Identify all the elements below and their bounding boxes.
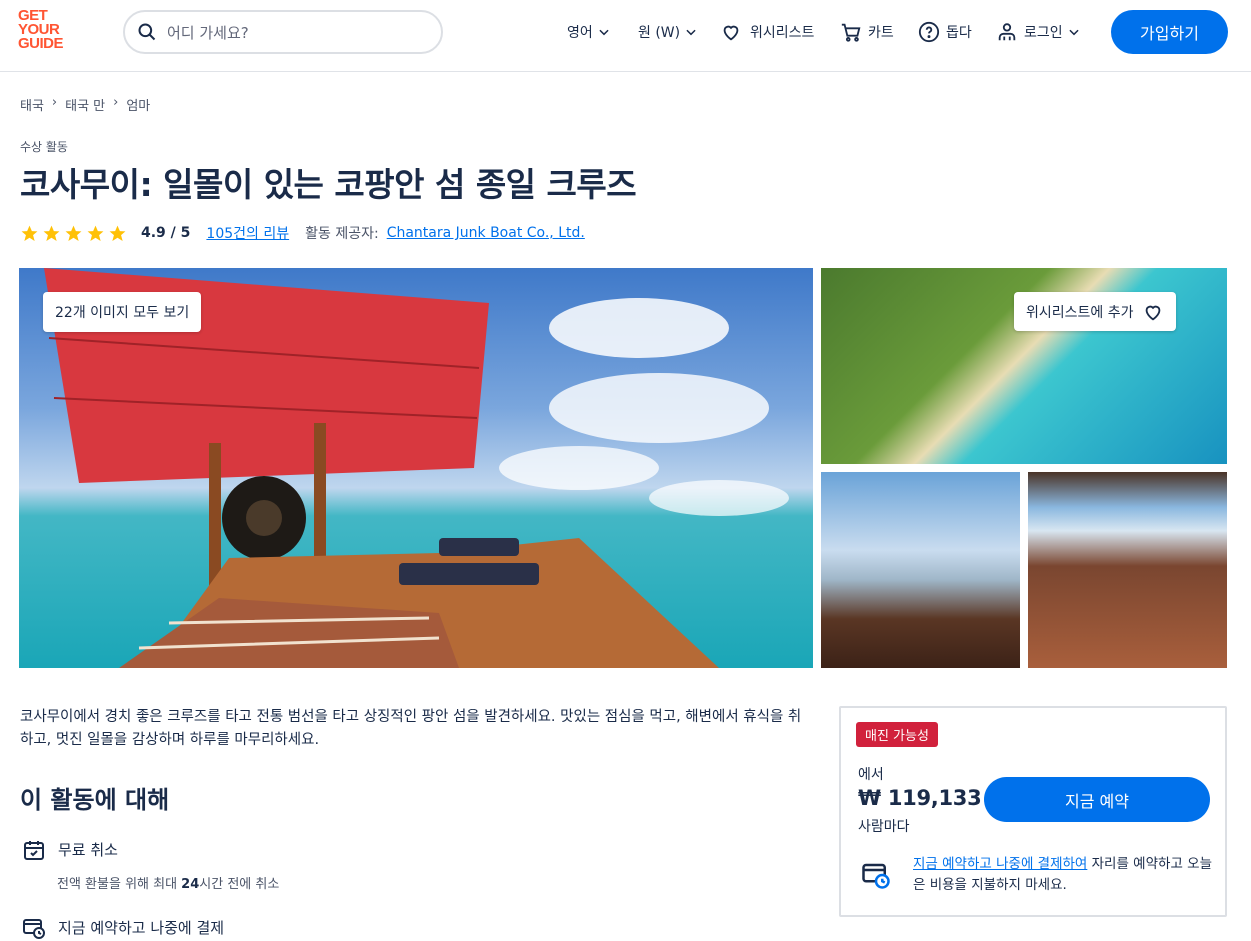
- price-per-person-label: 사람마다: [858, 819, 910, 835]
- calendar-check-icon: [24, 841, 44, 860]
- card-clock-icon: [862, 863, 890, 889]
- provider-link[interactable]: Chantara Junk Boat Co., Ltd.: [387, 225, 585, 241]
- heart-icon: [723, 25, 739, 41]
- search-icon: [138, 23, 156, 41]
- star-icon: [109, 225, 126, 241]
- signup-button[interactable]: 가입하기: [1111, 10, 1228, 54]
- page-title: 코사무이: 일몰이 있는 코팡안 섬 종일 크루즈: [20, 165, 637, 204]
- reviews-link[interactable]: 105건의 리뷰: [206, 223, 289, 243]
- price-value: ₩ 119,133: [858, 786, 982, 810]
- rating-score: 4.9 / 5: [141, 225, 191, 241]
- feature-free-cancellation: 무료 취소: [22, 838, 118, 862]
- language-selector[interactable]: 영어: [563, 20, 611, 44]
- about-section-title: 이 활동에 대해: [20, 786, 170, 814]
- star-icon: [65, 225, 82, 241]
- feature-reserve-now-pay-later: 지금 예약하고 나중에 결제: [22, 916, 224, 940]
- chevron-down-icon: [1069, 29, 1079, 36]
- reserve-now-pay-later-note: 지금 예약하고 나중에 결제하여 자리를 예약하고 오늘은 비용을 지불하지 마…: [913, 854, 1213, 896]
- activity-category[interactable]: 수상 활동: [20, 138, 68, 155]
- breadcrumb: 태국 › 태국 만 › 엄마: [20, 95, 150, 114]
- logo-line-3: GUIDE: [18, 35, 64, 52]
- getyourguide-logo[interactable]: GET YOUR GUIDE: [18, 8, 78, 52]
- breadcrumb-separator: ›: [51, 95, 58, 110]
- reserve-now-pay-later-link[interactable]: 지금 예약하고 나중에 결제하여: [913, 856, 1087, 872]
- breadcrumb-item-gulf[interactable]: 태국 만: [65, 95, 105, 114]
- help-link[interactable]: 돕다: [918, 20, 976, 44]
- star-icon: [43, 225, 60, 241]
- rating-row: 4.9 / 5 105건의 리뷰 활동 제공자: Chantara Junk B…: [20, 222, 585, 244]
- site-header: GET YOUR GUIDE 어디 가세요? 영어 원 (W) 위시리스트 카트…: [0, 0, 1251, 72]
- star-icon: [21, 225, 38, 241]
- likely-sell-out-badge: 매진 가능성: [856, 722, 938, 747]
- heart-icon: [1145, 305, 1160, 320]
- breadcrumb-item-thailand[interactable]: 태국: [20, 95, 44, 114]
- free-cancellation-detail: 전액 환불을 위해 최대 24시간 전에 취소: [57, 873, 279, 892]
- wishlist-label: 위시리스트: [750, 25, 815, 41]
- free-cancellation-title: 무료 취소: [58, 841, 118, 859]
- free-cancellation-detail-post: 시간 전에 취소: [199, 877, 280, 892]
- cart-link[interactable]: 카트: [840, 20, 898, 44]
- wishlist-link[interactable]: 위시리스트: [720, 20, 818, 44]
- photo-boat-lounge[interactable]: [1028, 472, 1227, 668]
- chevron-down-icon: [599, 29, 609, 36]
- currency-selector[interactable]: 원 (W): [634, 20, 698, 44]
- currency-label: 원 (W): [638, 25, 681, 41]
- login-menu[interactable]: 로그인: [996, 20, 1081, 44]
- cart-icon: [841, 23, 861, 42]
- card-clock-icon: [23, 919, 45, 939]
- breadcrumb-separator: ›: [113, 95, 119, 110]
- free-cancellation-detail-pre: 전액 환불을 위해 최대: [57, 877, 182, 892]
- free-cancellation-hours: 24: [181, 877, 200, 892]
- search-input[interactable]: 어디 가세요?: [123, 10, 443, 54]
- login-label: 로그인: [1024, 25, 1063, 41]
- star-icon: [87, 225, 104, 241]
- breadcrumb-item-current[interactable]: 엄마: [126, 95, 150, 114]
- help-icon: [918, 21, 940, 43]
- provider-label: 활동 제공자:: [305, 226, 379, 242]
- add-to-wishlist-label: 위시리스트에 추가: [1026, 304, 1134, 321]
- user-icon: [998, 23, 1016, 41]
- price-from-label: 에서: [858, 767, 884, 783]
- help-label: 돕다: [946, 25, 972, 41]
- booking-card: 매진 가능성 에서 ₩ 119,133 사람마다 지금 예약 지금 예약하고 나…: [839, 706, 1227, 917]
- see-all-images-button[interactable]: 22개 이미지 모두 보기: [43, 292, 202, 332]
- add-to-wishlist-button[interactable]: 위시리스트에 추가: [1014, 292, 1176, 331]
- activity-description: 코사무이에서 경치 좋은 크루즈를 타고 전통 범선을 타고 상징적인 팡안 섬…: [20, 709, 802, 748]
- photo-boat-deck-sail[interactable]: [821, 472, 1020, 668]
- star-rating: [20, 224, 127, 243]
- chevron-down-icon: [686, 29, 696, 36]
- reserve-now-title: 지금 예약하고 나중에 결제: [58, 919, 225, 937]
- cart-label: 카트: [868, 25, 894, 41]
- search-placeholder: 어디 가세요?: [167, 23, 249, 42]
- language-label: 영어: [567, 25, 593, 41]
- book-now-button[interactable]: 지금 예약: [984, 777, 1210, 822]
